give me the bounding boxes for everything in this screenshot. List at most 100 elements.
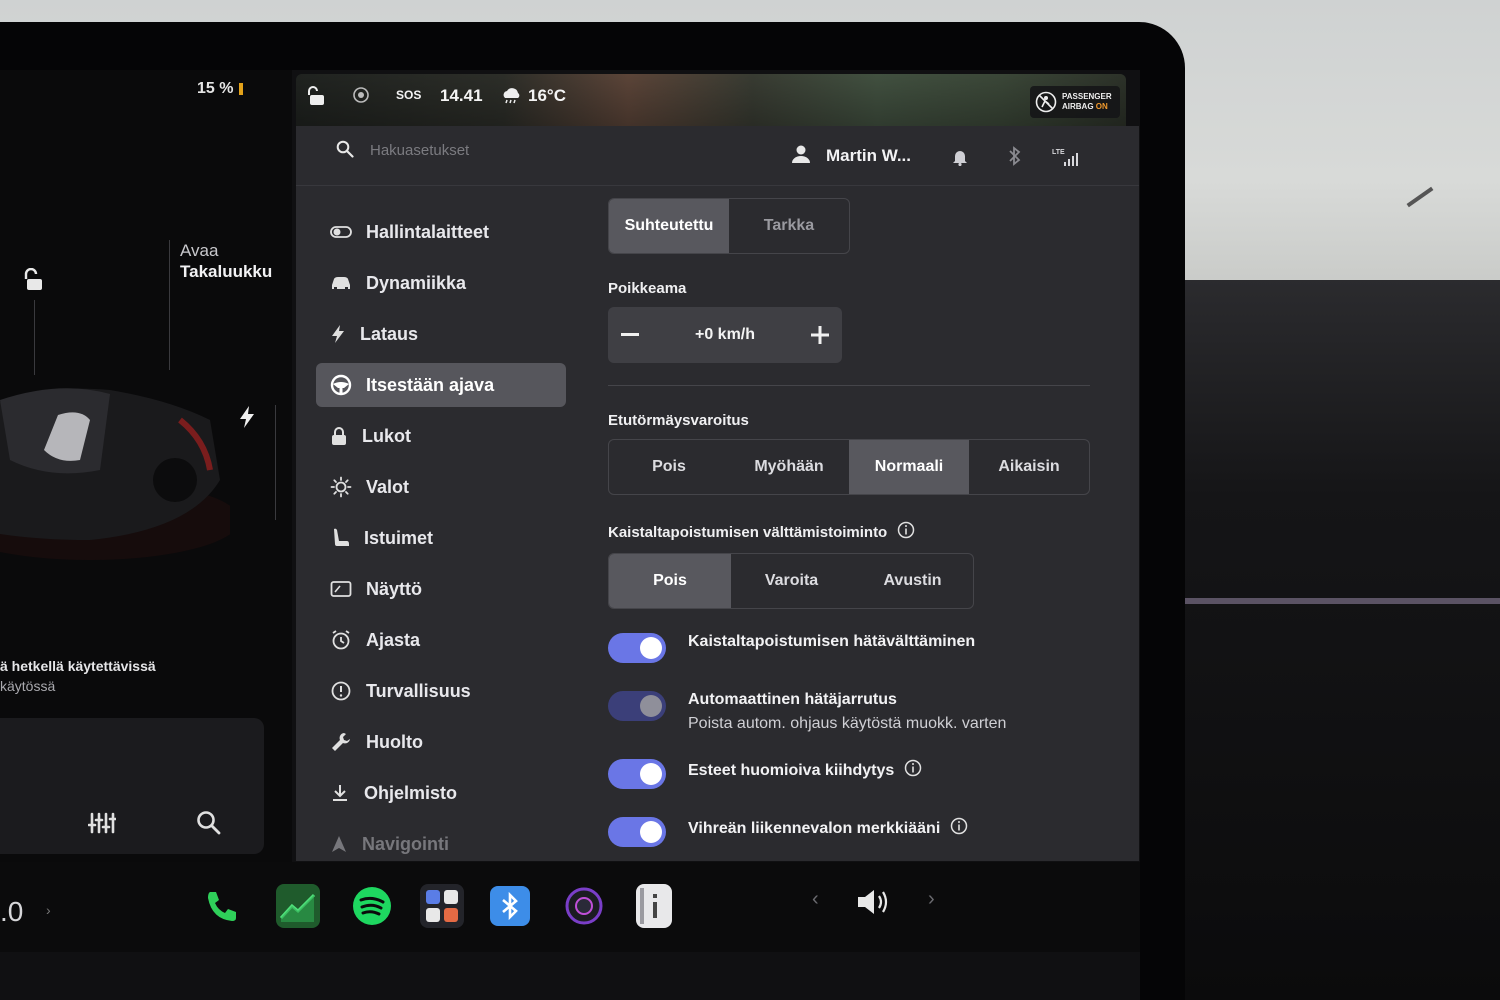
- chevron-left-icon[interactable]: ‹: [812, 888, 819, 911]
- lda-option-off[interactable]: Pois: [609, 554, 731, 608]
- media-card[interactable]: [0, 718, 264, 854]
- bluetooth-icon[interactable]: [1008, 146, 1022, 171]
- sidebar-item-label: Istuimet: [364, 527, 434, 548]
- offset-mode-relative[interactable]: Suhteutettu: [609, 199, 729, 253]
- sidebar-item-seats[interactable]: Istuimet: [316, 516, 566, 560]
- bluetooth-app-icon[interactable]: [490, 886, 530, 926]
- airbag-state: ON: [1095, 102, 1108, 111]
- toggle-sublabel: Poista autom. ohjaus käytöstä muokk. var…: [688, 715, 1007, 732]
- sidebar-item-charging[interactable]: Lataus: [316, 312, 566, 356]
- sidebar-item-label: Itsestään ajava: [366, 374, 495, 395]
- navigation-icon: [332, 836, 346, 852]
- info-icon[interactable]: [950, 817, 968, 840]
- toggle-row-emergency-lane: Kaistaltapoistumisen hätäväl­ttäminen: [608, 633, 1108, 663]
- lda-option-assist[interactable]: Avustin: [852, 554, 973, 608]
- sidebar-item-dynamics[interactable]: Dynamiikka: [316, 261, 566, 305]
- sidebar-item-label: Näyttö: [366, 578, 423, 599]
- toggle-knob: [640, 763, 662, 785]
- spotify-icon[interactable]: [350, 884, 394, 928]
- clock: 14.41: [440, 86, 483, 105]
- toggle-label: Kaistaltapoistumisen hätäväl­ttäminen: [688, 633, 976, 650]
- car-image: [0, 388, 230, 560]
- green-light-chime-toggle[interactable]: [608, 817, 666, 847]
- weather-icon: [500, 86, 522, 109]
- alarm-clock-icon: [332, 630, 350, 650]
- settings-sidebar: Hallintalaitteet Dynamiikka Lataus Itses…: [316, 210, 566, 873]
- media-search-icon[interactable]: [196, 810, 222, 841]
- sidebar-item-label: Dynamiikka: [366, 272, 467, 293]
- fcw-option-early[interactable]: Aikaisin: [969, 440, 1089, 494]
- offset-mode-exact[interactable]: Tarkka: [729, 199, 849, 253]
- sidebar-item-label: Ajasta: [366, 629, 421, 650]
- airbag-icon: [1035, 91, 1057, 113]
- increase-offset-button[interactable]: [798, 307, 842, 363]
- toggle-knob: [640, 695, 662, 717]
- plus-icon: [811, 326, 829, 344]
- trunk-label-line2: Takaluukku: [180, 262, 273, 281]
- open-trunk-button[interactable]: Avaa Takaluukku: [180, 240, 272, 282]
- toggle-row-obstacle-acceleration: Esteet huomioiva kiihdytys: [608, 759, 1108, 789]
- user-name[interactable]: Martin W...: [826, 146, 911, 166]
- sidebar-item-lights[interactable]: Valot: [316, 465, 566, 509]
- sidebar-item-label: Navigointi: [362, 833, 450, 854]
- panel-divider: [275, 405, 276, 520]
- settings-panel: Martin W... LTE Hallintalaitteet Dynamii…: [296, 126, 1139, 861]
- fcw-option-late[interactable]: Myöhään: [729, 440, 849, 494]
- steering-wheel-icon: [330, 374, 352, 396]
- settings-header: Martin W... LTE: [296, 126, 1139, 186]
- sidebar-item-display[interactable]: Näyttö: [316, 567, 566, 611]
- sidebar-item-service[interactable]: Huolto: [316, 720, 566, 764]
- trunk-label-line1: Avaa: [180, 241, 219, 260]
- search-icon: [336, 140, 354, 163]
- automatic-emergency-braking-toggle[interactable]: [608, 691, 666, 721]
- user-icon[interactable]: [790, 144, 812, 169]
- sos-label[interactable]: SOS: [396, 88, 421, 102]
- autopilot-settings: Suhteutettu Tarkka Poikkeama +0 km/h Etu…: [608, 198, 1108, 847]
- sidebar-item-schedule[interactable]: Ajasta: [316, 618, 566, 662]
- dashcam-icon[interactable]: [352, 86, 370, 109]
- volume-icon[interactable]: [852, 882, 896, 926]
- equalizer-icon[interactable]: [87, 810, 118, 841]
- settings-search-input[interactable]: [370, 138, 670, 162]
- camera-icon[interactable]: [562, 884, 606, 928]
- lda-option-warn[interactable]: Varoita: [731, 554, 852, 608]
- obstacle-aware-acceleration-toggle[interactable]: [608, 759, 666, 789]
- sidebar-item-label: Ohjelmisto: [364, 782, 458, 803]
- unlock-icon[interactable]: [24, 267, 46, 297]
- phone-icon[interactable]: [200, 884, 244, 928]
- toggle-row-green-light-chime: Vihreän liikennevalon merkkiääni: [608, 817, 1108, 847]
- status-line1: ä hetkellä käytettävissä: [0, 658, 156, 674]
- decrease-offset-button[interactable]: [608, 307, 652, 363]
- info-icon[interactable]: [904, 759, 922, 782]
- fcw-option-off[interactable]: Pois: [609, 440, 729, 494]
- energy-icon[interactable]: [276, 884, 320, 928]
- lda-selector: Pois Varoita Avustin: [608, 553, 974, 609]
- speed-readout: .0: [0, 896, 24, 927]
- sidebar-item-label: Hallintalaitteet: [366, 221, 490, 242]
- charge-port-icon[interactable]: [238, 405, 256, 434]
- sidebar-item-label: Valot: [366, 476, 410, 497]
- car-status-text: ä hetkellä käytettävissä käytössä: [0, 656, 156, 696]
- emergency-lane-toggle[interactable]: [608, 633, 666, 663]
- sidebar-item-autopilot[interactable]: Itsestään ajava: [316, 363, 566, 407]
- ambient-light-strip: [1150, 598, 1500, 604]
- sidebar-item-controls[interactable]: Hallintalaitteet: [316, 210, 566, 254]
- chevron-right-icon[interactable]: ›: [928, 888, 935, 911]
- notification-bell-icon[interactable]: [952, 148, 968, 171]
- sidebar-item-locks[interactable]: Lukot: [316, 414, 566, 458]
- sidebar-item-safety[interactable]: Turvallisuus: [316, 669, 566, 713]
- dashboard-background: [1150, 280, 1500, 1000]
- sidebar-item-navigation[interactable]: Navigointi: [316, 822, 566, 866]
- sidebar-item-software[interactable]: Ohjelmisto: [316, 771, 566, 815]
- offset-stepper: +0 km/h: [608, 307, 842, 363]
- fcw-option-normal[interactable]: Normaali: [849, 440, 969, 494]
- status-line2: käytössä: [0, 678, 56, 694]
- offset-mode-selector: Suhteutettu Tarkka: [608, 198, 850, 254]
- info-icon[interactable]: [897, 521, 915, 543]
- lock-status-icon[interactable]: [308, 86, 326, 111]
- manual-icon[interactable]: [636, 884, 672, 928]
- chevron-right-icon[interactable]: ›: [46, 902, 51, 918]
- app-launcher-icon[interactable]: [420, 884, 464, 928]
- sidebar-item-label: Huolto: [366, 731, 423, 752]
- toggle-label: Vihreän liikennevalon merkkiääni: [688, 819, 941, 837]
